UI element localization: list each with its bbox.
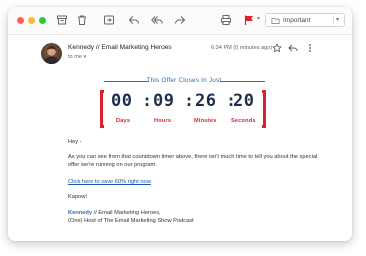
signature-name: Kennedy <box>68 210 93 216</box>
email-signature: Kennedy // Email Marketing Heroes, (One)… <box>68 209 194 225</box>
email-closing: Kapow! <box>68 194 87 200</box>
sender-avatar[interactable] <box>41 43 62 64</box>
signature-line-2: (One) Host of The Email Marketing Show P… <box>68 218 194 224</box>
maximize-window-button[interactable] <box>39 17 46 24</box>
reply-icon[interactable] <box>128 14 140 26</box>
folder-icon <box>271 17 280 25</box>
more-options-icon[interactable] <box>305 43 315 53</box>
archive-icon[interactable] <box>56 14 68 26</box>
email-paragraph: As you can see from that countdown timer… <box>68 153 317 169</box>
chevron-down-icon: ▾ <box>336 17 340 23</box>
email-greeting: Hey - <box>68 139 82 145</box>
email-paragraph-line: offer we're running on our program. <box>68 162 157 168</box>
star-icon[interactable] <box>272 43 282 53</box>
timer-hours-value: 09 <box>153 91 175 111</box>
print-icon[interactable] <box>220 14 232 26</box>
flag-dropdown-chevron-icon[interactable]: ▾ <box>257 15 260 22</box>
trash-icon[interactable] <box>76 14 88 26</box>
flag-icon[interactable] <box>243 14 255 26</box>
timer-minutes-value: 26 <box>195 91 217 111</box>
timer-seconds-value: 20 <box>233 91 255 111</box>
timer-minutes-label: Minutes <box>194 118 217 124</box>
minimize-window-button[interactable] <box>28 17 35 24</box>
timer-bracket-left <box>100 90 104 128</box>
timer-colon: : <box>144 92 150 110</box>
label-dropdown[interactable]: Important ▾ <box>265 13 345 27</box>
email-paragraph-line: As you can see from that countdown timer… <box>68 154 318 160</box>
timer-title-rule-right <box>220 81 265 82</box>
offer-link-line: Click here to save 60% right now <box>68 178 151 186</box>
reply-all-icon[interactable] <box>151 14 163 26</box>
timer-days-value: 00 <box>111 91 133 111</box>
close-window-button[interactable] <box>17 17 24 24</box>
timer-days-label: Days <box>116 118 131 124</box>
timer-bracket-right <box>262 90 266 128</box>
recipient-text: to me <box>68 54 82 60</box>
message-reply-icon[interactable] <box>288 43 298 53</box>
offer-link[interactable]: Click here to save 60% right now <box>68 179 151 185</box>
timer-seconds-label: Seconds <box>231 118 256 124</box>
toolbar: ▾ Important ▾ <box>8 7 352 35</box>
message-timestamp: 6:34 PM (0 minutes ago) <box>211 45 273 51</box>
label-dropdown-value: Important <box>283 17 311 24</box>
label-dropdown-divider <box>333 16 334 24</box>
recipient-line[interactable]: to me ▾ <box>68 54 86 60</box>
recipient-details-chevron-icon: ▾ <box>83 54 87 60</box>
signature-title: // Email Marketing Heroes, <box>92 210 161 216</box>
timer-hours-label: Hours <box>154 118 172 124</box>
countdown-timer: This Offer Closes In Just 00 : 09 : 26 :… <box>100 77 268 131</box>
move-icon[interactable] <box>103 14 115 26</box>
timer-colon: : <box>186 92 192 110</box>
forward-icon[interactable] <box>174 14 186 26</box>
email-window: ▾ Important ▾ Kennedy // Email Marketing… <box>8 7 352 241</box>
sender-name: Kennedy // Email Marketing Heroes <box>68 44 172 51</box>
